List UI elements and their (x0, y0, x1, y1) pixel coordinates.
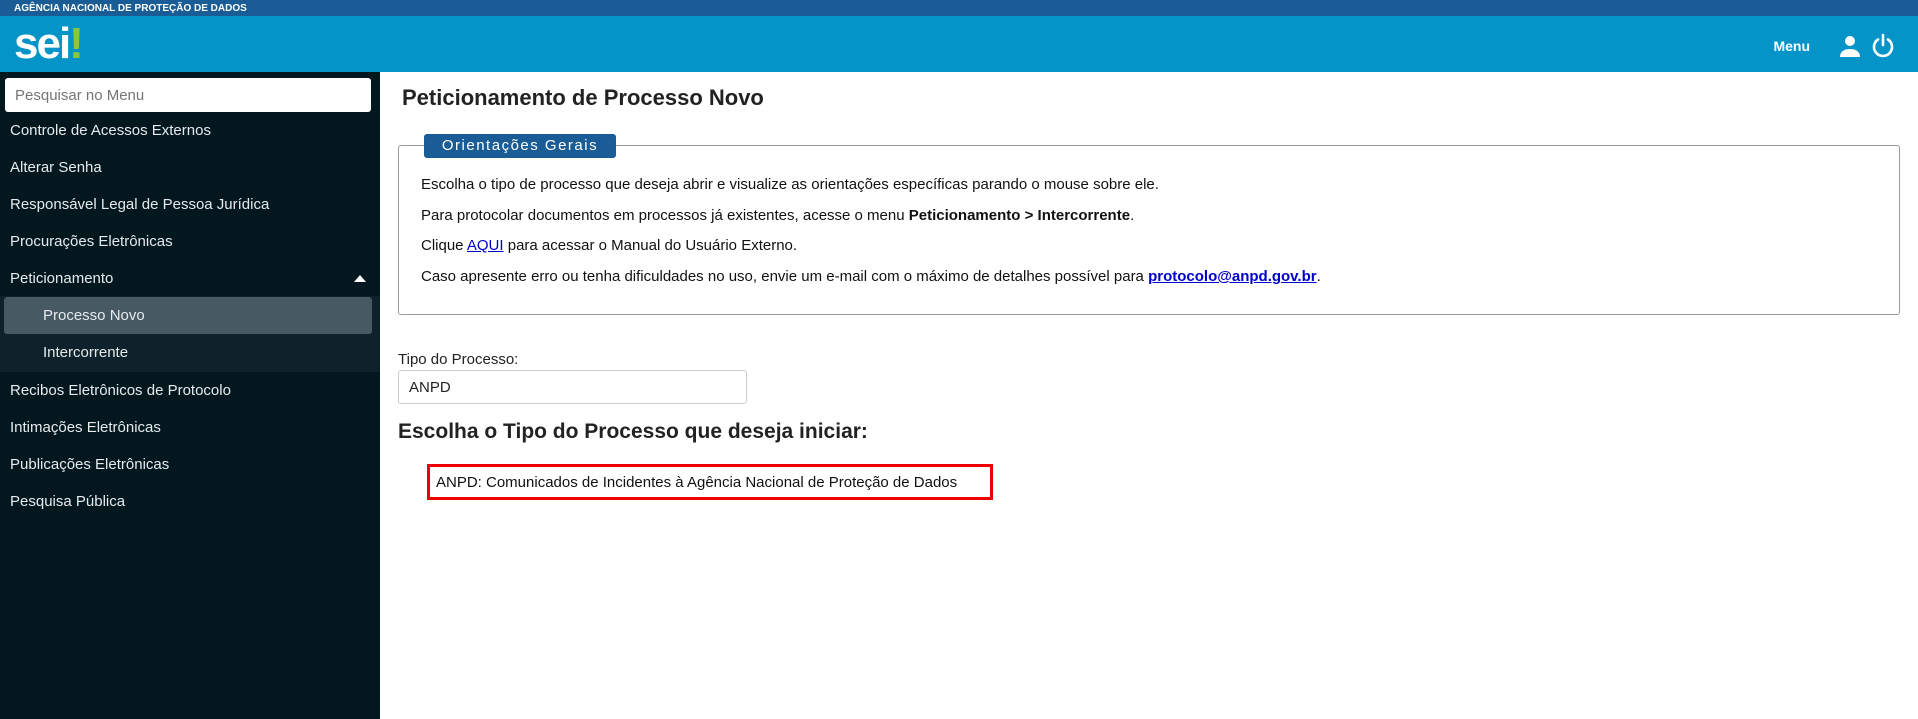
item-label: Peticionamento (10, 270, 114, 287)
text: Clique (421, 237, 467, 254)
sidebar-item-alterar-senha[interactable]: Alterar Senha (0, 149, 380, 186)
guidelines-box (398, 145, 1900, 315)
sidebar-item-publicacoes[interactable]: Publicações Eletrônicas (0, 446, 380, 483)
text: Para protocolar documentos em processos … (421, 207, 909, 224)
guidelines-legend: Orientações Gerais (424, 134, 616, 158)
text: . (1316, 268, 1321, 285)
text: Caso apresente erro ou tenha dificuldade… (421, 268, 1149, 285)
item-label: Procurações Eletrônicas (10, 233, 173, 250)
logo-mark: ! (69, 19, 84, 68)
sidebar-item-responsavel-legal[interactable]: Responsável Legal de Pessoa Jurídica (0, 186, 380, 223)
agency-bar: AGÊNCIA NACIONAL DE PROTEÇÃO DE DADOS (0, 0, 1918, 16)
sidebar-item-controle-acessos[interactable]: Controle de Acessos Externos (0, 112, 380, 149)
item-label: Intercorrente (43, 344, 129, 361)
menu-path: Peticionamento > Intercorrente (908, 207, 1131, 224)
choose-heading: Escolha o Tipo do Processo que deseja in… (398, 420, 868, 443)
guideline-line: Escolha o tipo de processo que deseja ab… (421, 176, 1159, 193)
item-label: Publicações Eletrônicas (10, 456, 170, 473)
logo-text: sei (14, 19, 71, 68)
guideline-line: Clique AQUI para acessar o Manual do Usu… (421, 237, 797, 254)
item-label: Controle de Acessos Externos (10, 122, 211, 139)
header: sei! Menu (0, 16, 1918, 72)
item-label: Intimações Eletrônicas (10, 419, 161, 436)
manual-link[interactable]: AQUI (467, 237, 504, 254)
agency-name: AGÊNCIA NACIONAL DE PROTEÇÃO DE DADOS (14, 3, 247, 14)
item-label: Responsável Legal de Pessoa Jurídica (10, 196, 270, 213)
text: . (1130, 207, 1135, 224)
tipo-processo-label: Tipo do Processo: (398, 351, 519, 368)
tipo-processo-input[interactable] (398, 370, 747, 404)
email-link[interactable]: protocolo@anpd.gov.br (1148, 268, 1317, 285)
sidebar-item-intimacoes[interactable]: Intimações Eletrônicas (0, 409, 380, 446)
sidebar: Controle de Acessos Externos Alterar Sen… (0, 72, 380, 719)
item-label: Processo Novo (43, 307, 145, 324)
page-title: Peticionamento de Processo Novo (402, 85, 764, 110)
sidebar-item-processo-novo[interactable]: Processo Novo (4, 297, 372, 334)
guideline-line: Para protocolar documentos em processos … (421, 207, 1134, 224)
sidebar-item-procuracoes[interactable]: Procurações Eletrônicas (0, 223, 380, 260)
sei-logo[interactable]: sei! (14, 19, 84, 68)
sidebar-item-recibos[interactable]: Recibos Eletrônicos de Protocolo (0, 372, 380, 409)
menu-button[interactable]: Menu (1773, 38, 1810, 54)
sidebar-item-intercorrente[interactable]: Intercorrente (0, 334, 380, 371)
process-type-option[interactable]: ANPD: Comunicados de Incidentes à Agênci… (427, 464, 993, 500)
sidebar-item-pesquisa-publica[interactable]: Pesquisa Pública (0, 483, 380, 520)
user-icon[interactable] (1838, 34, 1862, 58)
caret-up-icon (354, 275, 366, 282)
item-label: Recibos Eletrônicos de Protocolo (10, 382, 231, 399)
guideline-line: Caso apresente erro ou tenha dificuldade… (421, 268, 1321, 285)
power-icon[interactable] (1870, 33, 1896, 59)
text: para acessar o Manual do Usuário Externo… (503, 237, 798, 254)
item-label: Pesquisa Pública (10, 493, 126, 510)
sidebar-item-peticionamento[interactable]: Peticionamento (0, 260, 380, 297)
item-label: Alterar Senha (10, 159, 102, 176)
menu-search-input[interactable] (5, 78, 371, 112)
